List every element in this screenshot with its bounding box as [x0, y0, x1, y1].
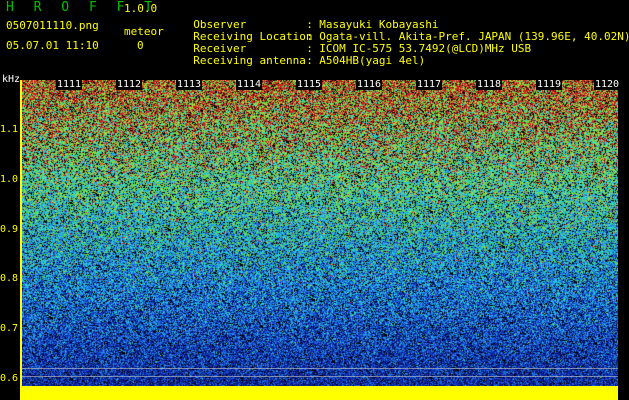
x-tick-label: 1120: [594, 79, 621, 90]
y-tick-label: 0.9: [0, 224, 19, 235]
info-sep: :: [306, 54, 313, 67]
spectrogram-waterfall: [22, 80, 618, 386]
y-tick-label: 0.8: [0, 273, 19, 284]
y-tick-label: 1.0: [0, 174, 19, 185]
y-tick-label: 0.6: [0, 373, 19, 384]
info-row-antenna: Receiving antenna: A504HB(yagi 4el): [180, 40, 425, 68]
date-time: 05.07.01 11:10: [6, 39, 99, 52]
x-tick-label: 1115: [296, 79, 323, 90]
x-tick-label: 1112: [116, 79, 143, 90]
reference-line: [22, 376, 618, 377]
info-label: Receiving antenna: [193, 54, 306, 67]
info-value: A504HB(yagi 4el): [319, 54, 426, 67]
x-tick-label: 1113: [176, 79, 203, 90]
noise-floor-band: [22, 386, 618, 400]
app-version: 1.0.0: [124, 2, 158, 15]
y-tick-label: 1.1: [0, 124, 19, 135]
x-tick-label: 1116: [356, 79, 383, 90]
reference-line: [22, 368, 618, 369]
y-axis-unit: kHz: [2, 74, 21, 85]
x-tick-label: 1118: [476, 79, 503, 90]
x-tick-label: 1117: [416, 79, 443, 90]
y-axis-line: [20, 80, 22, 400]
x-tick-label: 1111: [56, 79, 83, 90]
x-tick-label: 1114: [236, 79, 263, 90]
meteor-label: meteor: [124, 25, 164, 38]
file-name: 0507011110.png: [6, 19, 99, 32]
meteor-count: 0: [137, 39, 144, 52]
x-tick-label: 1119: [536, 79, 563, 90]
y-tick-label: 0.7: [0, 323, 19, 334]
